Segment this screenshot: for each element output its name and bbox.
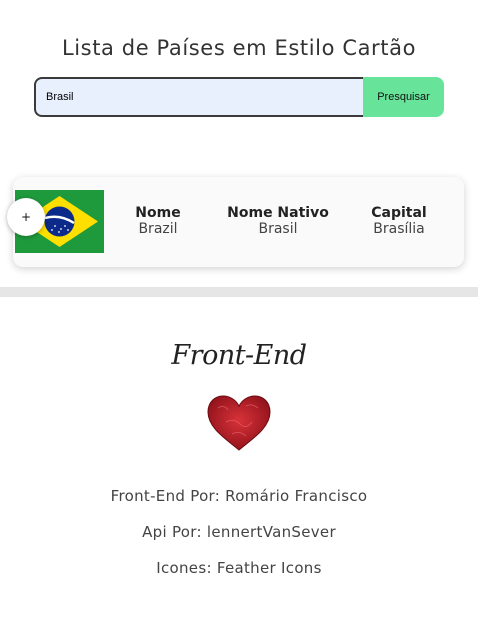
expand-button[interactable]: + xyxy=(7,198,45,236)
field-nome: Nome Brazil xyxy=(123,205,193,238)
country-card: + Nome Brazil Nome Nativo Brasil Capital… xyxy=(7,177,464,267)
field-value: Brasil xyxy=(258,221,298,237)
footer-heading: Front-End xyxy=(171,340,307,371)
field-label: Capital xyxy=(371,205,427,221)
field-value: Brasília xyxy=(373,221,425,237)
field-label: Nome Nativo xyxy=(227,205,329,221)
field-value: Brazil xyxy=(138,221,178,237)
credit-frontend: Front-End Por: Romário Francisco xyxy=(110,487,368,505)
field-label: Nome xyxy=(135,205,181,221)
credit-icons: Icones: Feather Icons xyxy=(156,559,322,577)
section-divider xyxy=(0,287,478,297)
field-capital: Capital Brasília xyxy=(363,205,435,238)
search-bar: Presquisar xyxy=(34,77,444,117)
page-title: Lista de Países em Estilo Cartão xyxy=(61,36,417,61)
credit-api: Api Por: lennertVanSever xyxy=(142,523,336,541)
heart-icon xyxy=(207,395,271,451)
field-nome-nativo: Nome Nativo Brasil xyxy=(223,205,333,238)
search-button[interactable]: Presquisar xyxy=(363,77,444,117)
search-input[interactable] xyxy=(34,77,363,117)
